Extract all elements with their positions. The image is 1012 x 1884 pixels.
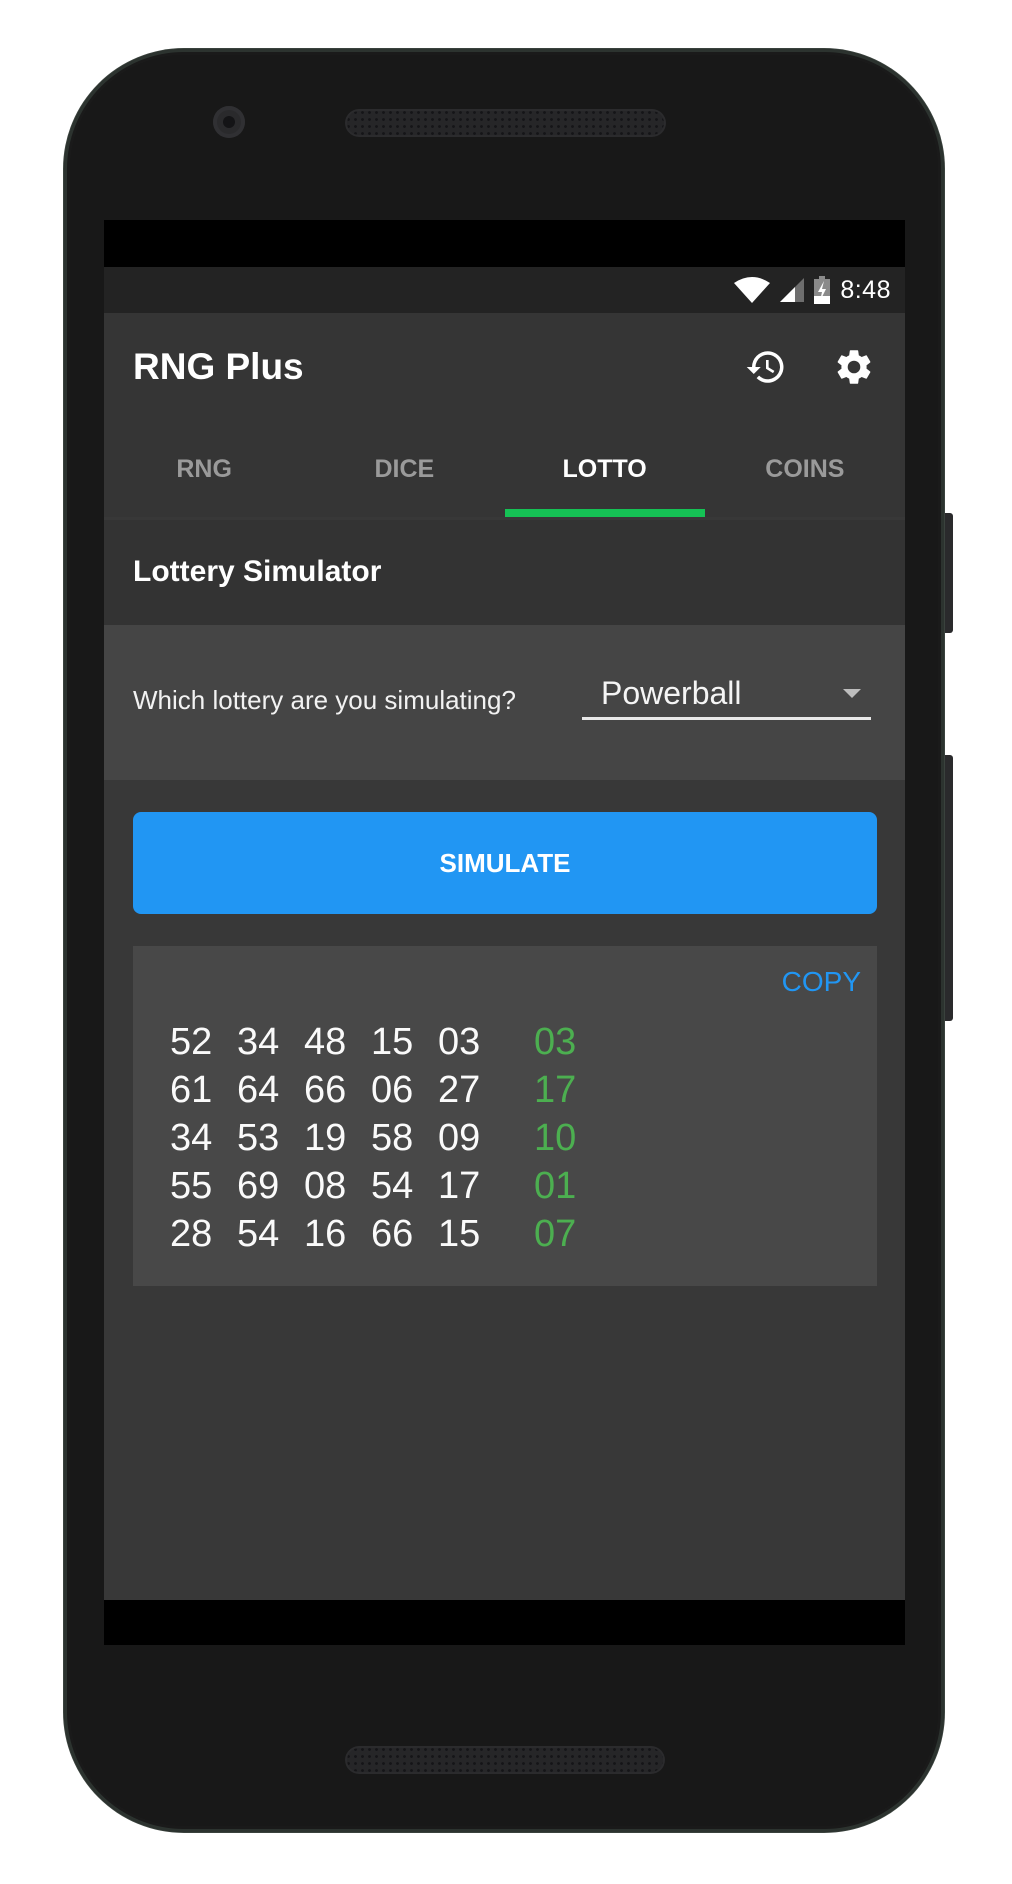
- lottery-selector-panel: Which lottery are you simulating? Powerb…: [104, 625, 905, 780]
- powerball-number: 17: [534, 1068, 577, 1111]
- status-icons: 8:48: [734, 267, 891, 313]
- app-title: RNG Plus: [133, 346, 304, 387]
- volume-button[interactable]: [944, 755, 953, 1021]
- main-number: 61: [170, 1068, 213, 1111]
- bottom-speaker-grille: [345, 1746, 665, 1774]
- power-button[interactable]: [944, 513, 953, 633]
- main-number: 09: [438, 1116, 481, 1159]
- main-number: 66: [304, 1068, 347, 1111]
- main-number: 54: [371, 1164, 414, 1207]
- result-row: 61 64 66 06 27 17: [170, 1066, 576, 1114]
- section-header: Lottery Simulator: [104, 520, 905, 625]
- signal-icon: [780, 278, 805, 302]
- tab-rng[interactable]: RNG: [104, 430, 304, 517]
- main-number: 34: [237, 1020, 280, 1063]
- main-number: 16: [304, 1212, 347, 1255]
- battery-charging-icon: [814, 276, 831, 304]
- history-icon: [746, 351, 784, 383]
- lottery-dropdown[interactable]: Powerball: [582, 667, 871, 720]
- wifi-icon: [734, 277, 771, 303]
- front-camera: [213, 106, 245, 138]
- simulate-button[interactable]: SIMULATE: [133, 812, 877, 914]
- main-number: 55: [170, 1164, 213, 1207]
- main-number: 08: [304, 1164, 347, 1207]
- app-bar: RNG Plus: [104, 313, 905, 430]
- main-number: 34: [170, 1116, 213, 1159]
- result-row: 52 34 48 15 03 03: [170, 1018, 576, 1066]
- main-number: 48: [304, 1020, 347, 1063]
- section-title: Lottery Simulator: [133, 555, 382, 588]
- tab-bar: RNG DICE LOTTO COINS: [104, 430, 905, 517]
- main-number: 58: [371, 1116, 414, 1159]
- main-number: 15: [371, 1020, 414, 1063]
- device-screen: 8:48 RNG Plus RNG DICE LOTTO COINS Lotte…: [104, 220, 905, 1645]
- results-panel: COPY 52 34 48 15 03 03 61 64 66 06 27 17…: [133, 946, 877, 1286]
- main-number: 15: [438, 1212, 481, 1255]
- main-number: 19: [304, 1116, 347, 1159]
- tab-coins[interactable]: COINS: [705, 430, 905, 517]
- screen-top-band: [104, 220, 905, 267]
- main-number: 54: [237, 1212, 280, 1255]
- dropdown-arrow-icon: [843, 689, 861, 698]
- powerball-number: 07: [534, 1212, 577, 1255]
- top-speaker-grille: [345, 109, 666, 137]
- main-number: 52: [170, 1020, 213, 1063]
- gear-icon: [837, 350, 871, 384]
- results-list: 52 34 48 15 03 03 61 64 66 06 27 17 34 5…: [170, 1018, 576, 1258]
- screen-bottom-band: [104, 1600, 905, 1645]
- result-row: 34 53 19 58 09 10: [170, 1114, 576, 1162]
- main-number: 17: [438, 1164, 481, 1207]
- main-number: 03: [438, 1020, 481, 1063]
- history-button[interactable]: [740, 341, 792, 393]
- powerball-number: 03: [534, 1020, 577, 1063]
- main-number: 53: [237, 1116, 280, 1159]
- main-number: 06: [371, 1068, 414, 1111]
- status-time: 8:48: [840, 275, 891, 304]
- lottery-dropdown-value: Powerball: [601, 675, 742, 711]
- powerball-number: 10: [534, 1116, 577, 1159]
- tab-dice[interactable]: DICE: [304, 430, 504, 517]
- copy-button[interactable]: COPY: [782, 966, 861, 998]
- powerball-number: 01: [534, 1164, 577, 1207]
- result-row: 55 69 08 54 17 01: [170, 1162, 576, 1210]
- main-number: 66: [371, 1212, 414, 1255]
- status-bar: 8:48: [104, 267, 905, 313]
- main-number: 64: [237, 1068, 280, 1111]
- settings-button[interactable]: [828, 341, 880, 393]
- lottery-selector-label: Which lottery are you simulating?: [133, 685, 516, 715]
- main-number: 28: [170, 1212, 213, 1255]
- result-row: 28 54 16 66 15 07: [170, 1210, 576, 1258]
- main-number: 69: [237, 1164, 280, 1207]
- tab-lotto[interactable]: LOTTO: [504, 430, 706, 517]
- main-number: 27: [438, 1068, 481, 1111]
